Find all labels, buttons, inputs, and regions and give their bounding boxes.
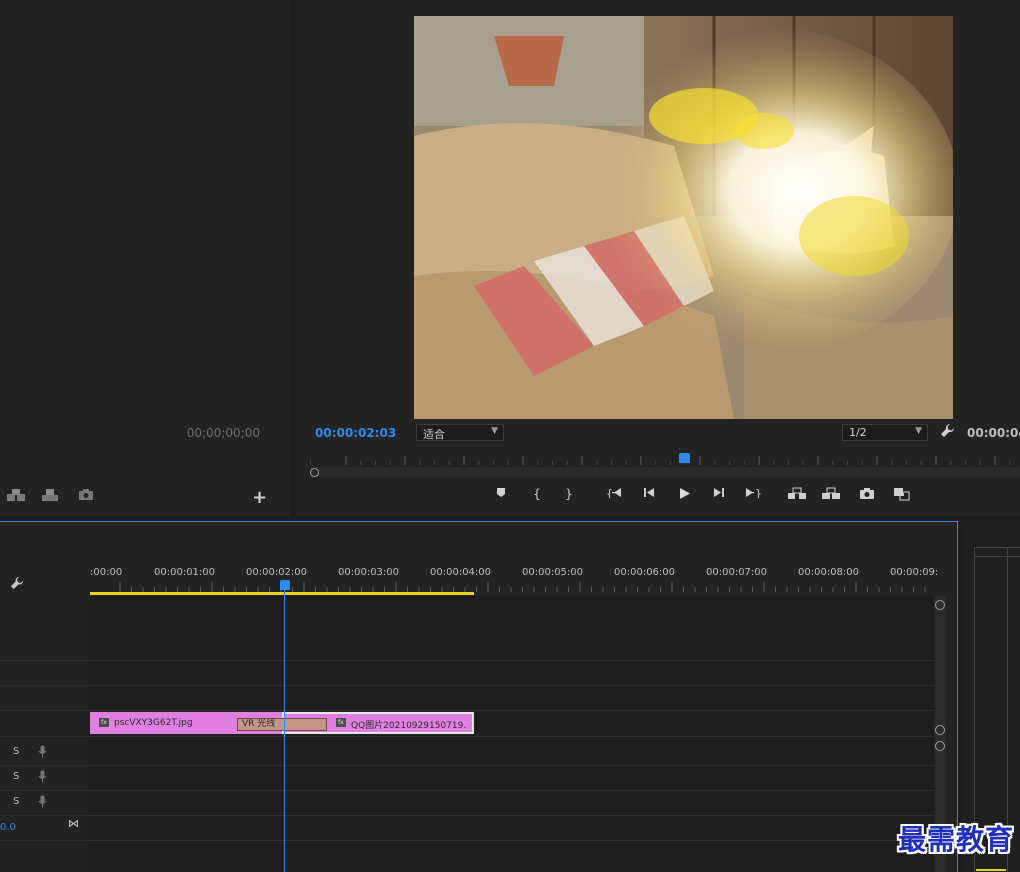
go-to-out-icon[interactable]: }	[744, 487, 762, 501]
settings-wrench-icon[interactable]	[940, 423, 955, 442]
track-divider	[0, 815, 934, 816]
master-bowtie-icon[interactable]: ⋈	[68, 817, 79, 830]
clip-name: pscVXY3G62T.jpg	[114, 718, 193, 728]
video-image	[414, 16, 953, 419]
playback-resolution-dropdown[interactable]: 1/2 ▼	[842, 424, 928, 441]
microphone-icon[interactable]	[38, 770, 47, 786]
track-divider	[0, 840, 934, 841]
overwrite-icon[interactable]	[40, 488, 60, 505]
ruler-ticks	[119, 582, 926, 592]
add-button[interactable]: +	[252, 487, 267, 508]
master-volume-value[interactable]: 0.0	[0, 822, 16, 833]
track-divider	[0, 685, 934, 686]
zoom-level-dropdown[interactable]: 适合 ▼	[416, 424, 504, 441]
solo-track-a2-button[interactable]: S	[13, 771, 19, 782]
fx-badge[interactable]: fx	[99, 718, 109, 727]
program-playhead[interactable]	[679, 453, 690, 463]
timeline-playhead[interactable]	[280, 580, 290, 590]
step-forward-icon[interactable]	[710, 487, 728, 501]
scroll-handle[interactable]	[310, 468, 319, 477]
solo-track-a1-button[interactable]: S	[13, 746, 19, 757]
track-divider	[0, 736, 934, 737]
program-monitor-panel: 00:00:02:03 适合 ▼ 1/2 ▼ 00:00:04 { } { }	[296, 0, 1020, 516]
go-to-in-icon[interactable]: {	[605, 487, 623, 501]
timeline-playhead-line	[284, 588, 285, 872]
scroll-handle[interactable]	[935, 741, 945, 751]
microphone-icon[interactable]	[38, 795, 47, 811]
comparison-view-icon[interactable]	[892, 487, 912, 504]
chevron-down-icon: ▼	[491, 426, 498, 436]
track-divider	[0, 790, 934, 791]
track-area[interactable]	[90, 596, 934, 872]
lift-icon[interactable]	[786, 487, 808, 503]
svg-text:{: {	[606, 487, 613, 498]
svg-text:}: }	[755, 487, 761, 498]
work-area-bar[interactable]	[90, 592, 474, 595]
extract-icon[interactable]	[820, 487, 842, 503]
mark-in-icon[interactable]: {	[528, 487, 546, 501]
program-video-frame	[414, 16, 953, 419]
track-divider	[0, 660, 934, 661]
clip-name: QQ图片20210929150719.	[351, 721, 467, 731]
solo-track-a3-button[interactable]: S	[13, 796, 19, 807]
step-back-icon[interactable]	[640, 487, 658, 501]
add-marker-icon[interactable]	[492, 487, 510, 501]
transition-effect[interactable]: VR 光线	[237, 718, 327, 731]
insert-icon[interactable]	[6, 488, 26, 505]
watermark-logo: 最需教育	[897, 823, 1014, 856]
track-divider	[0, 765, 934, 766]
microphone-icon[interactable]	[38, 745, 47, 761]
export-frame-icon[interactable]	[858, 487, 876, 503]
chevron-down-icon: ▼	[915, 426, 922, 436]
track-divider	[0, 710, 934, 711]
program-current-timecode[interactable]: 00:00:02:03	[315, 426, 396, 440]
source-timecode[interactable]: 00;00;00;00	[187, 426, 260, 440]
program-time-ruler[interactable]	[310, 452, 1020, 466]
play-icon[interactable]	[675, 487, 693, 503]
timeline-panel: :00:00 00:00:01:00 00:00:02:00 00:00:03:…	[0, 521, 958, 872]
meter-level	[976, 869, 1006, 871]
timeline-settings-wrench-icon[interactable]	[10, 576, 24, 594]
source-monitor-panel: 00;00;00;00 +	[0, 0, 290, 516]
fx-badge[interactable]: fx	[336, 718, 346, 727]
timeline-time-ruler[interactable]: :00:00 00:00:01:00 00:00:02:00 00:00:03:…	[90, 562, 938, 594]
program-duration-timecode: 00:00:04	[967, 426, 1020, 440]
program-zoom-scrollbar[interactable]	[310, 467, 1020, 477]
export-frame-icon[interactable]	[78, 488, 94, 504]
scroll-handle[interactable]	[935, 725, 945, 735]
scroll-handle[interactable]	[935, 600, 945, 610]
zoom-level-value: 适合	[423, 428, 445, 441]
mark-out-icon[interactable]: }	[560, 487, 578, 501]
resolution-value: 1/2	[849, 426, 867, 439]
